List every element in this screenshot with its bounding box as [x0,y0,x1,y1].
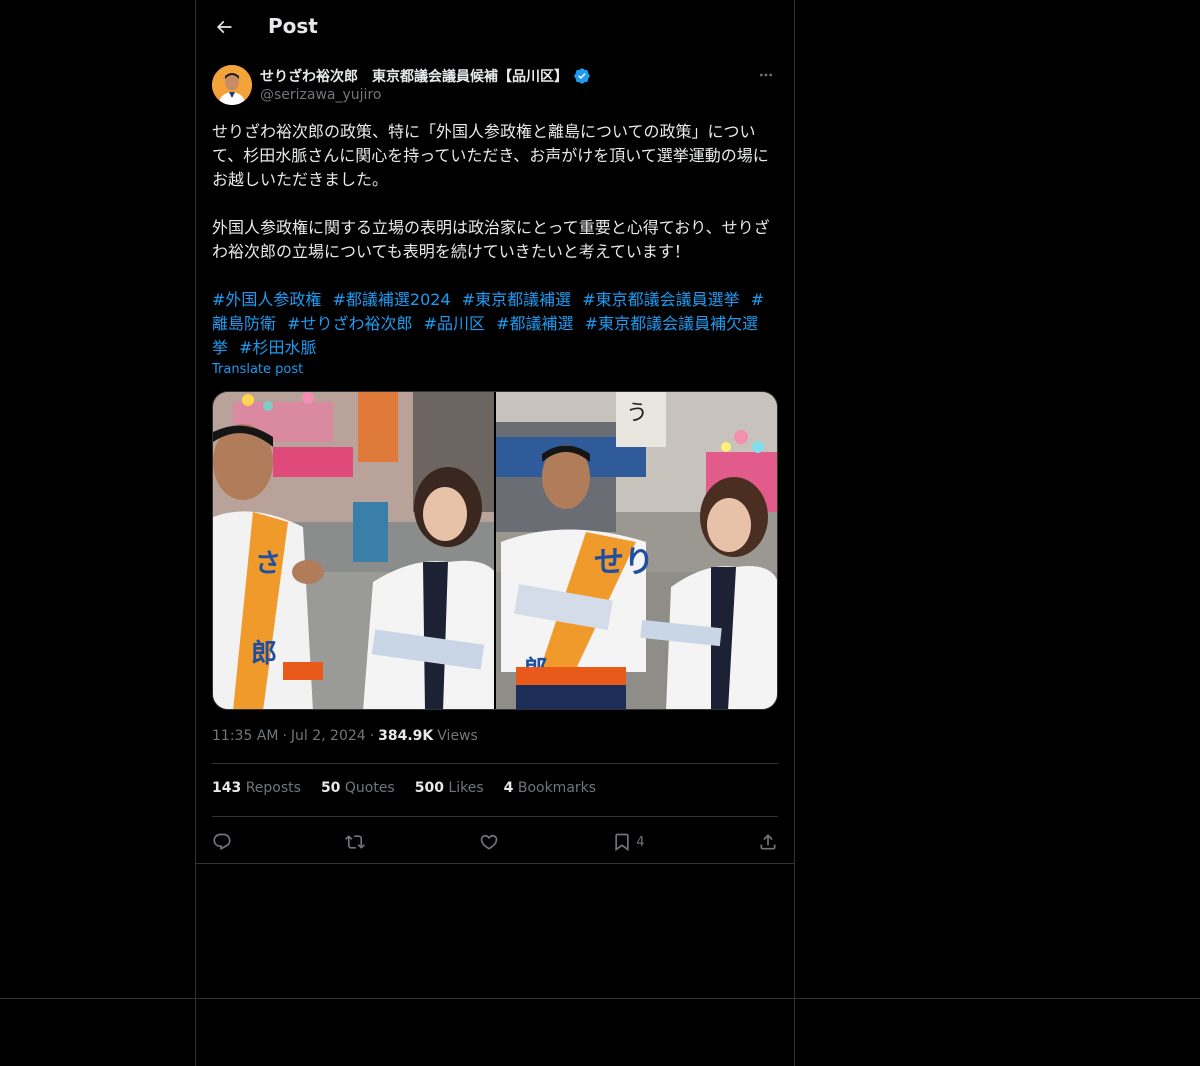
author-name[interactable]: せりざわ裕次郎 東京都議会議員候補【品川区】 [260,66,568,86]
meta-separator: · [369,728,375,744]
back-button[interactable] [208,11,240,43]
stat-count: 143 [212,780,242,796]
svg-text:さ: さ [255,549,281,579]
post-photo-1[interactable]: さ 郎 [213,392,494,709]
heart-icon [480,834,498,850]
svg-text:郎: 郎 [251,639,277,669]
stat-label: Reposts [245,780,301,796]
hashtag-link[interactable]: #杉田水脈 [239,338,316,357]
stat-label: Likes [448,780,484,796]
stat-label: Quotes [344,780,395,796]
divider [212,763,778,764]
likes-stat[interactable]: 500 Likes [415,780,484,796]
divider [212,816,778,817]
page-divider [0,998,1200,999]
avatar[interactable] [212,65,252,105]
stat-label: Bookmarks [517,780,597,796]
hashtag-link[interactable]: #東京都議補選 [462,290,571,309]
hashtag-link[interactable]: #都議補選 [496,314,573,333]
reply-icon [213,833,231,851]
meta-separator: · [282,728,287,744]
post-author: せりざわ裕次郎 東京都議会議員候補【品川区】 @serizawa_yujiro [212,65,778,107]
post-meta: 11:35 AM · Jul 2, 2024 · 384.9K Views [212,728,478,744]
more-horizontal-icon [760,73,772,77]
translate-post-link[interactable]: Translate post [212,362,303,377]
hashtag-link[interactable]: #都議補選2024 [333,290,451,309]
page-title: Post [268,14,318,38]
share-button[interactable] [758,826,778,858]
header: Post [196,0,794,53]
main-column: Post せりざわ裕次郎 東京都議会議員候補【品川区】 @serizawa_yu… [195,0,795,1066]
bookmark-count: 4 [636,834,645,850]
post-photo-2[interactable]: う せり 郎 [496,392,777,709]
post-bottom-border [196,863,794,864]
post-date[interactable]: Jul 2, 2024 [291,728,366,744]
post-time[interactable]: 11:35 AM [212,728,278,744]
author-name-row: せりざわ裕次郎 東京都議会議員候補【品川区】 [260,66,591,86]
avatar-portrait [212,65,252,105]
arrow-left-icon [216,20,232,34]
action-bar: 4 [212,826,778,858]
bookmark-icon [615,833,629,852]
share-icon [760,834,776,850]
repost-icon [345,835,366,849]
more-options-button[interactable] [754,65,778,85]
media-gallery: さ 郎 う せり [212,391,778,710]
views-count: 384.9K [378,728,434,744]
hashtag-list: #外国人参政権 #都議補選2024 #東京都議補選 #東京都議会議員選挙 #離島… [212,288,780,360]
svg-text:せり: せり [594,545,654,580]
like-button[interactable] [479,826,499,858]
hashtag-link[interactable]: #品川区 [424,314,485,333]
reply-button[interactable] [212,826,232,858]
hashtag-link[interactable]: #せりざわ裕次郎 [287,314,412,333]
hashtag-link[interactable]: #東京都議会議員選挙 [582,290,739,309]
post-text: せりざわ裕次郎の政策、特に「外国人参政権と離島についての政策」について、杉田水脈… [212,122,770,261]
reposts-stat[interactable]: 143 Reposts [212,780,301,796]
verified-badge-icon [574,68,590,84]
bookmarks-stat[interactable]: 4 Bookmarks [504,780,596,796]
svg-text:う: う [626,401,648,426]
stat-count: 50 [320,780,341,796]
views-label: Views [437,728,478,744]
repost-button[interactable] [345,826,366,858]
stat-count: 500 [414,780,444,796]
quotes-stat[interactable]: 50 Quotes [321,780,395,796]
bookmark-button[interactable]: 4 [612,826,645,858]
hashtag-link[interactable]: #外国人参政権 [212,290,321,309]
stat-count: 4 [503,780,514,796]
author-handle[interactable]: @serizawa_yujiro [260,87,381,103]
engagement-stats: 143 Reposts 50 Quotes 500 Likes 4 Bookma… [212,780,596,796]
